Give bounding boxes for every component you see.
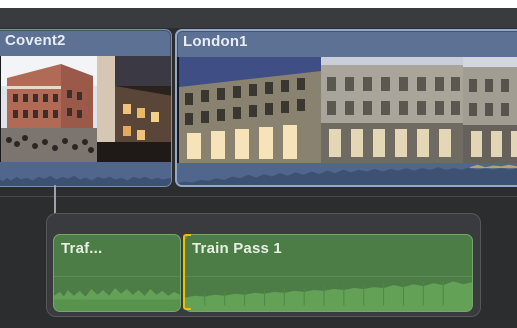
thumbnail-frame <box>97 56 171 162</box>
thumbnail-frame <box>321 57 463 163</box>
thumbnail-frame <box>463 57 517 163</box>
clip-title: Train Pass 1 <box>192 240 282 257</box>
connected-storyline[interactable]: Traf... Train Pass 1 <box>46 213 481 317</box>
filmstrip <box>0 56 171 162</box>
timeline-window: Covent2 London1 Traf... Train Pass 1 <box>0 0 517 328</box>
timeline-top-strip <box>0 8 517 28</box>
audio-clip-traf[interactable]: Traf... <box>53 234 181 312</box>
audio-clip-train-pass-1[interactable]: Train Pass 1 <box>184 234 473 312</box>
edit-point-selection[interactable] <box>183 234 191 310</box>
audio-waveform <box>185 267 472 311</box>
video-clip-covent2[interactable]: Covent2 <box>0 29 172 187</box>
audio-waveform <box>54 267 180 311</box>
clip-title: Covent2 <box>5 32 66 49</box>
track-divider <box>0 196 517 197</box>
thumbnail-frame <box>179 57 321 163</box>
clip-title: Traf... <box>61 240 103 257</box>
clip-title: London1 <box>183 33 248 50</box>
thumbnail-frame <box>1 56 97 162</box>
audio-waveform <box>177 163 517 185</box>
audio-waveform <box>0 162 171 186</box>
video-clip-london1[interactable]: London1 <box>175 29 517 187</box>
filmstrip <box>177 57 517 163</box>
